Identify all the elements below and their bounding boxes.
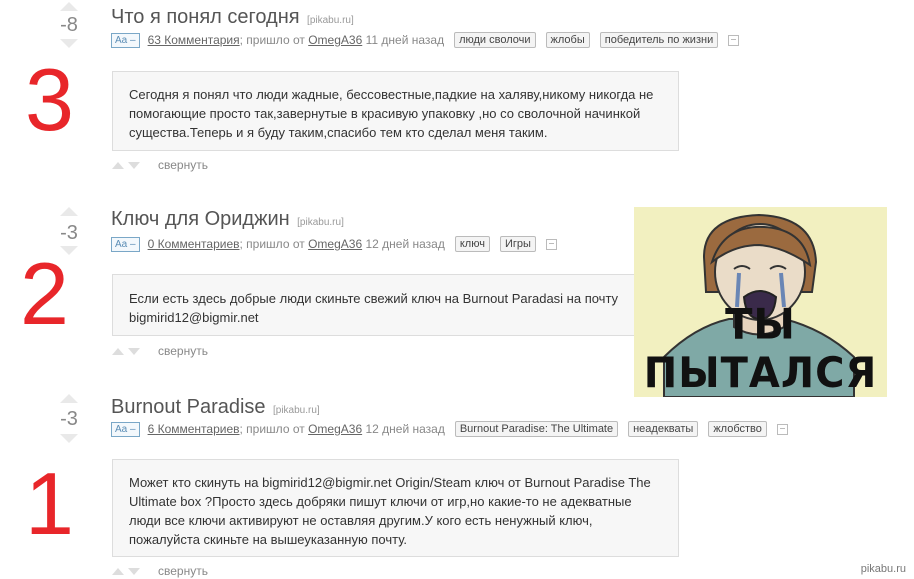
post-footer: свернуть: [112, 564, 208, 578]
post-rating: -8: [60, 14, 78, 36]
font-size-toggle[interactable]: Aa –: [111, 421, 140, 437]
tag[interactable]: жлобство: [708, 421, 767, 437]
post-meta: Aa – 63 Комментария ; пришло от OmegA36 …: [111, 32, 740, 48]
collapse-link[interactable]: свернуть: [158, 344, 208, 358]
downvote-icon[interactable]: [128, 347, 140, 355]
post-meta: Aa – 0 Комментариев ; пришло от OmegA36 …: [111, 236, 557, 252]
came-from-label: ; пришло от: [239, 33, 305, 47]
upvote-icon[interactable]: [112, 161, 124, 169]
came-from-label: ; пришло от: [239, 422, 305, 436]
downvote-icon[interactable]: [60, 39, 78, 48]
author-link[interactable]: OmegA36: [308, 33, 362, 47]
post-time: 12 дней назад: [365, 422, 445, 436]
downvote-icon[interactable]: [128, 567, 140, 575]
author-link[interactable]: OmegA36: [308, 237, 362, 251]
comments-link[interactable]: 6 Комментариев: [148, 422, 240, 436]
save-icon[interactable]: [545, 238, 557, 250]
post-content: Сегодня я понял что люди жадные, бессове…: [112, 71, 679, 151]
tag[interactable]: победитель по жизни: [599, 32, 719, 48]
post-title[interactable]: Что я понял сегодня: [111, 6, 300, 28]
post-content: Может кто скинуть на bigmirid12@bigmir.n…: [112, 459, 679, 557]
meme-caption: ТЫ ПЫТАЛСЯ: [643, 300, 878, 397]
upvote-icon[interactable]: [112, 347, 124, 355]
vote-column: -3: [40, 394, 98, 443]
tag[interactable]: ключ: [454, 236, 490, 252]
post-time: 11 дней назад: [365, 33, 445, 47]
post-source: [pikabu.ru]: [273, 405, 320, 416]
font-size-toggle[interactable]: Aa –: [111, 236, 140, 252]
font-size-toggle[interactable]: Aa –: [111, 32, 140, 48]
post-title[interactable]: Ключ для Ориджин: [111, 208, 290, 230]
tag[interactable]: люди сволочи: [454, 32, 536, 48]
save-icon[interactable]: [728, 34, 740, 46]
save-icon[interactable]: [776, 423, 788, 435]
vote-column: -8: [40, 2, 98, 48]
upvote-icon[interactable]: [60, 2, 78, 11]
downvote-icon[interactable]: [60, 434, 78, 443]
upvote-icon[interactable]: [60, 207, 78, 216]
collapse-link[interactable]: свернуть: [158, 158, 208, 172]
collapse-link[interactable]: свернуть: [158, 564, 208, 578]
came-from-label: ; пришло от: [239, 237, 305, 251]
post-source: [pikabu.ru]: [307, 15, 354, 26]
tag[interactable]: жлобы: [545, 32, 590, 48]
comments-link[interactable]: 0 Комментариев: [148, 237, 240, 251]
meme-image: ТЫ ПЫТАЛСЯ: [634, 207, 887, 397]
rank-number: 2: [20, 244, 69, 343]
tag[interactable]: Игры: [499, 236, 536, 252]
upvote-icon[interactable]: [112, 567, 124, 575]
tag[interactable]: Burnout Paradise: The Ultimate: [454, 421, 619, 437]
post-meta: Aa – 6 Комментариев ; пришло от OmegA36 …: [111, 421, 788, 437]
post-rating: -3: [60, 408, 78, 430]
rank-number: 1: [25, 454, 74, 553]
post-content: Если есть здесь добрые люди скиньте свеж…: [112, 274, 642, 336]
upvote-icon[interactable]: [60, 394, 78, 403]
post-source: [pikabu.ru]: [297, 217, 344, 228]
post-title[interactable]: Burnout Paradise: [111, 396, 266, 418]
rank-number: 3: [25, 50, 74, 149]
downvote-icon[interactable]: [128, 161, 140, 169]
author-link[interactable]: OmegA36: [308, 422, 362, 436]
post-rating: -3: [60, 222, 78, 244]
tag[interactable]: неадекваты: [628, 421, 699, 437]
post-footer: свернуть: [112, 344, 208, 358]
comments-link[interactable]: 63 Комментария: [148, 33, 240, 47]
post-footer: свернуть: [112, 158, 208, 172]
post-time: 12 дней назад: [365, 237, 445, 251]
watermark: pikabu.ru: [860, 563, 906, 575]
